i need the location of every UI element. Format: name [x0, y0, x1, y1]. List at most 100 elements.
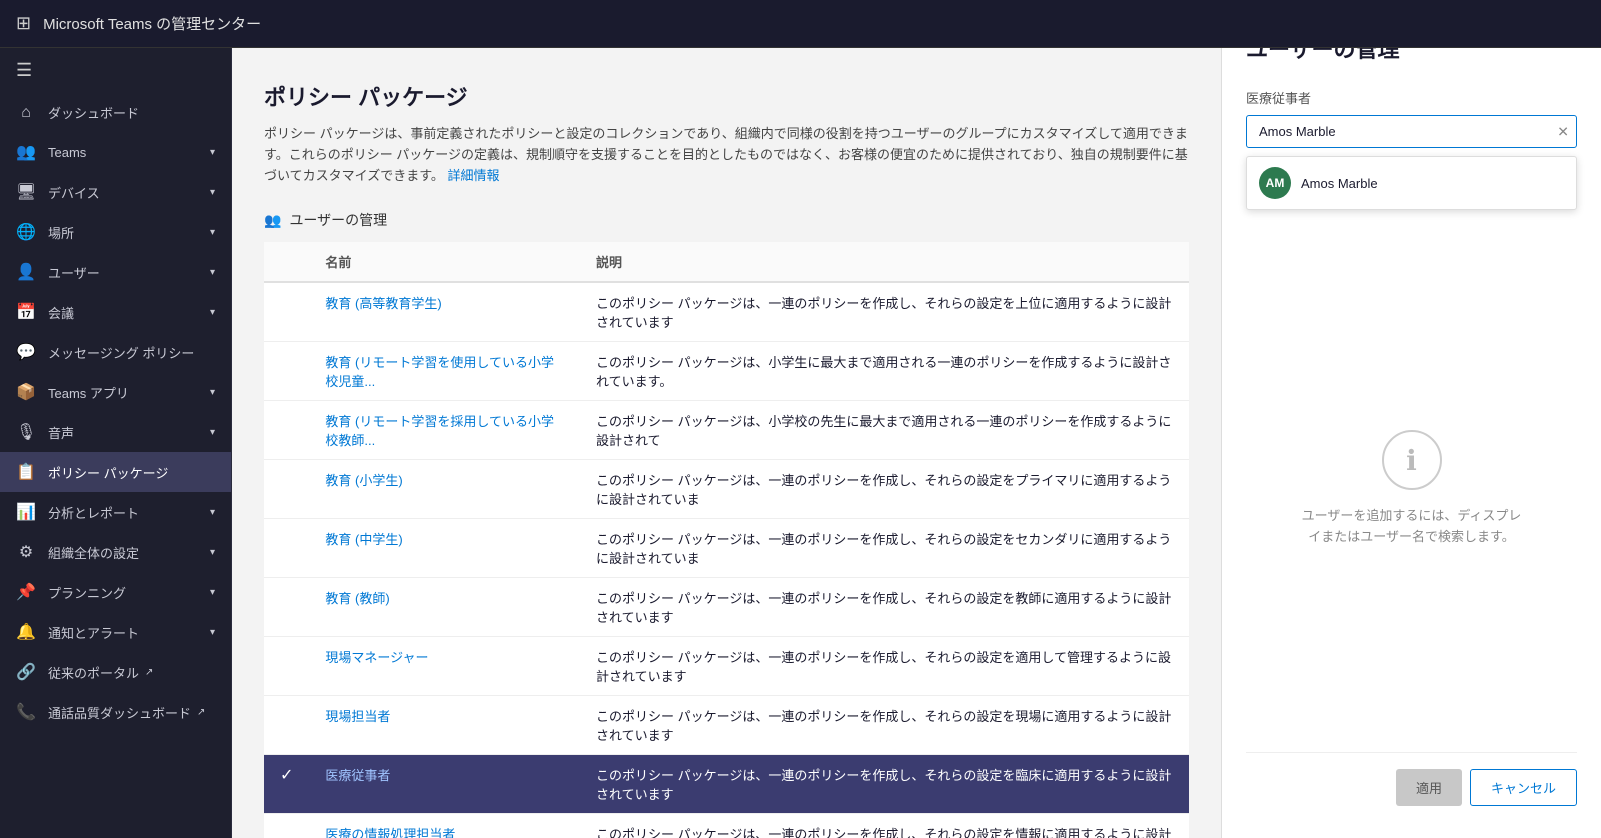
topbar-title: Microsoft Teams の管理センター	[43, 13, 261, 34]
table-row[interactable]: 医療の情報処理担当者 このポリシー パッケージは、一連のポリシーを作成し、それら…	[264, 814, 1189, 838]
clear-button[interactable]: ✕	[1557, 123, 1569, 140]
table-row[interactable]: 教育 (中学生) このポリシー パッケージは、一連のポリシーを作成し、それらの設…	[264, 519, 1189, 578]
sidebar-label-notifications: 通知とアラート	[48, 623, 139, 642]
search-result-item[interactable]: AM Amos Marble	[1247, 157, 1576, 209]
policy-link-6[interactable]: 現場マネージャー	[325, 650, 428, 665]
details-link[interactable]: 詳細情報	[448, 168, 500, 183]
table-row[interactable]: 教育 (教師) このポリシー パッケージは、一連のポリシーを作成し、それらの設定…	[264, 578, 1189, 637]
search-input[interactable]	[1246, 115, 1577, 148]
sidebar-item-users[interactable]: 👤 ユーザー ▾	[0, 252, 231, 292]
row-desc-3: このポリシー パッケージは、一連のポリシーを作成し、それらの設定をプライマリに適…	[580, 460, 1189, 519]
sidebar-label-messaging: メッセージング ポリシー	[48, 343, 194, 362]
table-row[interactable]: 現場マネージャー このポリシー パッケージは、一連のポリシーを作成し、それらの設…	[264, 637, 1189, 696]
sidebar-item-dashboard[interactable]: ⌂ ダッシュボード	[0, 93, 231, 132]
table-row[interactable]: 現場担当者 このポリシー パッケージは、一連のポリシーを作成し、それらの設定を現…	[264, 696, 1189, 755]
row-name-1: 教育 (リモート学習を使用している小学校児童...	[309, 342, 580, 401]
main-content: ポリシー パッケージ ポリシー パッケージは、事前定義されたポリシーと設定のコレ…	[232, 48, 1221, 838]
row-desc-2: このポリシー パッケージは、小学校の先生に最大まで適用される一連のポリシーを作成…	[580, 401, 1189, 460]
sidebar-icon-messaging: 💬	[16, 342, 36, 362]
sidebar-item-meetings[interactable]: 📅 会議 ▾	[0, 292, 231, 332]
table-row[interactable]: ✓ 医療従事者 このポリシー パッケージは、一連のポリシーを作成し、それらの設定…	[264, 755, 1189, 814]
sidebar-label-voice: 音声	[48, 423, 74, 442]
sidebar-item-analytics[interactable]: 📊 分析とレポート ▾	[0, 492, 231, 532]
sidebar-icon-call-quality: 📞	[16, 702, 36, 722]
row-name-5: 教育 (教師)	[309, 578, 580, 637]
chevron-icon: ▾	[210, 547, 215, 558]
section-header: 👥 ユーザーの管理	[264, 210, 1189, 230]
policy-link-1[interactable]: 教育 (リモート学習を使用している小学校児童...	[325, 355, 554, 389]
row-name-9: 医療の情報処理担当者	[309, 814, 580, 838]
table-row[interactable]: 教育 (リモート学習を使用している小学校児童... このポリシー パッケージは、…	[264, 342, 1189, 401]
page-title: ポリシー パッケージ	[264, 80, 1189, 112]
chevron-icon: ▾	[210, 427, 215, 438]
sidebar-hamburger[interactable]: ☰	[0, 48, 231, 93]
policy-link-5[interactable]: 教育 (教師)	[325, 591, 389, 606]
row-name-8: 医療従事者	[309, 755, 580, 814]
policy-link-7[interactable]: 現場担当者	[325, 709, 390, 724]
sidebar-item-voice[interactable]: 🎙 音声 ▾	[0, 412, 231, 452]
checkmark: ✓	[280, 767, 293, 784]
policy-link-9[interactable]: 医療の情報処理担当者	[325, 827, 455, 838]
chevron-icon: ▾	[210, 307, 215, 318]
row-desc-1: このポリシー パッケージは、小学生に最大まで適用される一連のポリシーを作成するよ…	[580, 342, 1189, 401]
row-check-4	[264, 519, 309, 578]
row-desc-6: このポリシー パッケージは、一連のポリシーを作成し、それらの設定を適用して管理す…	[580, 637, 1189, 696]
policy-table: 名前 説明 教育 (高等教育学生) このポリシー パッケージは、一連のポリシーを…	[264, 242, 1189, 838]
sidebar-item-call-quality[interactable]: 📞 通話品質ダッシュボード ↗	[0, 692, 231, 732]
policy-link-2[interactable]: 教育 (リモート学習を採用している小学校教師...	[325, 414, 554, 448]
row-name-3: 教育 (小学生)	[309, 460, 580, 519]
sidebar-item-devices[interactable]: 🖥 デバイス ▾	[0, 172, 231, 212]
policy-link-3[interactable]: 教育 (小学生)	[325, 473, 402, 488]
chevron-icon: ▾	[210, 627, 215, 638]
sidebar-item-legacy[interactable]: 🔗 従来のポータル ↗	[0, 652, 231, 692]
row-desc-4: このポリシー パッケージは、一連のポリシーを作成し、それらの設定をセカンダリに適…	[580, 519, 1189, 578]
sidebar-label-users: ユーザー	[48, 263, 100, 282]
col-desc: 説明	[580, 242, 1189, 282]
sidebar-item-messaging[interactable]: 💬 メッセージング ポリシー	[0, 332, 231, 372]
cancel-button[interactable]: キャンセル	[1470, 769, 1577, 806]
sidebar-icon-users: 👤	[16, 262, 36, 282]
sidebar-label-locations: 場所	[48, 223, 74, 242]
sidebar-icon-legacy: 🔗	[16, 662, 36, 682]
sidebar-item-teams-apps[interactable]: 📦 Teams アプリ ▾	[0, 372, 231, 412]
apply-button[interactable]: 適用	[1396, 769, 1462, 806]
row-desc-9: このポリシー パッケージは、一連のポリシーを作成し、それらの設定を情報に適用する…	[580, 814, 1189, 838]
sidebar-item-teams[interactable]: 👥 Teams ▾	[0, 132, 231, 172]
table-row[interactable]: 教育 (高等教育学生) このポリシー パッケージは、一連のポリシーを作成し、それ…	[264, 282, 1189, 342]
sidebar-item-planning[interactable]: 📌 プランニング ▾	[0, 572, 231, 612]
row-check-6	[264, 637, 309, 696]
sidebar-item-org-settings[interactable]: ⚙ 組織全体の設定 ▾	[0, 532, 231, 572]
policy-link-8[interactable]: 医療従事者	[325, 768, 390, 783]
sidebar-label-analytics: 分析とレポート	[48, 503, 139, 522]
user-manage-icon: 👥	[264, 212, 281, 229]
row-check-0	[264, 282, 309, 342]
row-check-7	[264, 696, 309, 755]
right-panel-footer: 適用 キャンセル	[1246, 752, 1577, 806]
chevron-icon: ▾	[210, 187, 215, 198]
sidebar-icon-org-settings: ⚙	[16, 542, 36, 562]
row-desc-8: このポリシー パッケージは、一連のポリシーを作成し、それらの設定を臨床に適用する…	[580, 755, 1189, 814]
sidebar-label-teams-apps: Teams アプリ	[48, 383, 129, 402]
row-name-2: 教育 (リモート学習を採用している小学校教師...	[309, 401, 580, 460]
sidebar-item-policy[interactable]: 📋 ポリシー パッケージ	[0, 452, 231, 492]
chevron-icon: ▾	[210, 587, 215, 598]
sidebar-label-planning: プランニング	[48, 583, 126, 602]
right-panel: ユーザーの管理 医療従事者 ✕ AM Amos Marble ℹ ユーザーを追加…	[1221, 0, 1601, 838]
row-name-7: 現場担当者	[309, 696, 580, 755]
col-check	[264, 242, 309, 282]
chevron-icon: ▾	[210, 387, 215, 398]
sidebar-item-notifications[interactable]: 🔔 通知とアラート ▾	[0, 612, 231, 652]
table-row[interactable]: 教育 (小学生) このポリシー パッケージは、一連のポリシーを作成し、それらの設…	[264, 460, 1189, 519]
sidebar-label-meetings: 会議	[48, 303, 74, 322]
sidebar-icon-meetings: 📅	[16, 302, 36, 322]
table-row[interactable]: 教育 (リモート学習を採用している小学校教師... このポリシー パッケージは、…	[264, 401, 1189, 460]
search-box: ✕	[1246, 115, 1577, 148]
sidebar-icon-notifications: 🔔	[16, 622, 36, 642]
sidebar-item-locations[interactable]: 🌐 場所 ▾	[0, 212, 231, 252]
policy-link-0[interactable]: 教育 (高等教育学生)	[325, 296, 441, 311]
sidebar-icon-policy: 📋	[16, 462, 36, 482]
grid-icon[interactable]: ⊞	[16, 13, 31, 34]
sidebar-icon-planning: 📌	[16, 582, 36, 602]
external-icon: ↗	[197, 707, 205, 718]
policy-link-4[interactable]: 教育 (中学生)	[325, 532, 402, 547]
